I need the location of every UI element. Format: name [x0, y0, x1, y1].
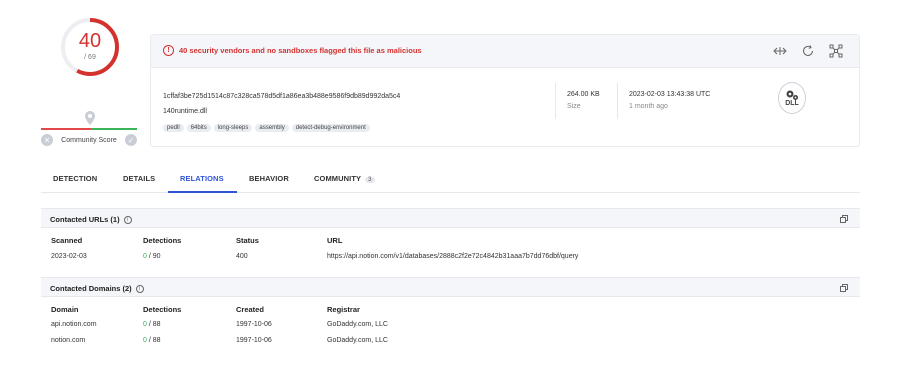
tab-details[interactable]: DETAILS [123, 174, 155, 183]
tab-relations[interactable]: RELATIONS [180, 174, 224, 183]
alert-icon: ! [163, 45, 174, 56]
column-header-status: Status [236, 236, 259, 245]
alert-banner: ! 40 security vendors and no sandboxes f… [151, 35, 859, 68]
domain-registrar: GoDaddy.com, LLC [327, 321, 388, 328]
file-summary-card: ! 40 security vendors and no sandboxes f… [150, 34, 860, 147]
score-ring: 40 / 69 [59, 16, 121, 78]
domain-registrar: GoDaddy.com, LLC [327, 337, 388, 344]
column-header-domain: Domain [51, 305, 79, 314]
detection-score-widget: 40 / 69 ✕ Community Score ✓ [41, 16, 137, 150]
location-pin-icon [85, 111, 95, 125]
column-header-created: Created [236, 305, 264, 314]
info-icon[interactable]: i [135, 284, 144, 293]
community-score-label: Community Score [61, 136, 117, 144]
column-header-url: URL [327, 236, 343, 245]
divider [555, 83, 556, 119]
file-tags: pedll 64bits long-sleeps assembly detect… [163, 124, 370, 132]
domain-detections: 0 / 88 [143, 337, 161, 344]
detections-total: / 90 [146, 253, 161, 260]
contacted-urls-header: Contacted URLs (1) i [41, 208, 860, 228]
analysis-date-value: 2023-02-03 13:43:38 UTC [629, 91, 711, 98]
file-type-label: DLL [785, 100, 799, 107]
detection-count: 40 [78, 30, 102, 52]
malicious-alert: ! 40 security vendors and no sandboxes f… [163, 45, 422, 56]
url-scanned-date: 2023-02-03 [51, 253, 87, 260]
column-header-registrar: Registrar [327, 305, 360, 314]
file-name: 140runtime.dll [163, 108, 207, 115]
community-count-badge: 3 [365, 177, 375, 183]
vote-down-icon[interactable]: ✕ [41, 134, 53, 146]
tag[interactable]: assembly [255, 124, 289, 132]
tab-detection[interactable]: DETECTION [53, 174, 97, 183]
card-actions [773, 44, 843, 58]
active-tab-indicator [168, 191, 237, 193]
tag[interactable]: pedll [163, 124, 184, 132]
url-link[interactable]: https://api.notion.com/v1/databases/2888… [327, 253, 578, 260]
contacted-domains-header: Contacted Domains (2) i [41, 277, 860, 297]
copy-icon[interactable] [840, 215, 848, 223]
tab-behavior[interactable]: BEHAVIOR [249, 174, 289, 183]
tab-community[interactable]: COMMUNITY 3 [314, 174, 375, 183]
info-icon[interactable]: i [123, 215, 132, 224]
url-status: 400 [236, 253, 248, 260]
report-tabs: DETECTION DETAILS RELATIONS BEHAVIOR COM… [41, 163, 860, 193]
alert-text: 40 security vendors and no sandboxes fla… [179, 46, 422, 55]
section-title: Contacted Domains (2) i [50, 284, 144, 293]
domain-created: 1997-10-06 [236, 337, 272, 344]
domain-name[interactable]: notion.com [51, 337, 85, 344]
vote-up-icon[interactable]: ✓ [124, 134, 137, 146]
tag[interactable]: 64bits [186, 124, 211, 132]
tag[interactable]: detect-debug-environment [291, 124, 370, 132]
community-score-bar [41, 128, 137, 130]
community-score-row: ✕ Community Score ✓ [41, 134, 137, 146]
detections-total: / 88 [146, 321, 161, 328]
divider [617, 83, 618, 119]
domain-created: 1997-10-06 [236, 321, 272, 328]
column-header-scanned: Scanned [51, 236, 83, 245]
tag[interactable]: long-sleeps [213, 124, 253, 132]
tab-community-label: COMMUNITY [314, 174, 362, 183]
contacted-urls-title: Contacted URLs (1) [50, 215, 120, 224]
file-hash[interactable]: 1cffaf3be725d1514c87c328ca578d5df1a86ea3… [163, 93, 400, 100]
file-size-value: 264.00 KB [567, 91, 600, 98]
url-detections: 0 / 90 [143, 253, 161, 260]
domain-name[interactable]: api.notion.com [51, 321, 97, 328]
copy-icon[interactable] [840, 284, 848, 292]
engine-total: / 69 [84, 54, 96, 61]
file-size-label: Size [567, 103, 581, 110]
column-header-detections: Detections [143, 236, 182, 245]
contacted-domains-title: Contacted Domains (2) [50, 284, 132, 293]
reanalyze-icon[interactable] [801, 44, 815, 58]
graph-icon[interactable] [829, 44, 843, 58]
column-header-detections: Detections [143, 305, 182, 314]
compare-icon[interactable] [773, 44, 787, 58]
analysis-date-relative: 1 month ago [629, 103, 668, 110]
section-title: Contacted URLs (1) i [50, 215, 132, 224]
file-type-badge: DLL [778, 82, 806, 114]
detections-total: / 88 [146, 337, 161, 344]
domain-detections: 0 / 88 [143, 321, 161, 328]
